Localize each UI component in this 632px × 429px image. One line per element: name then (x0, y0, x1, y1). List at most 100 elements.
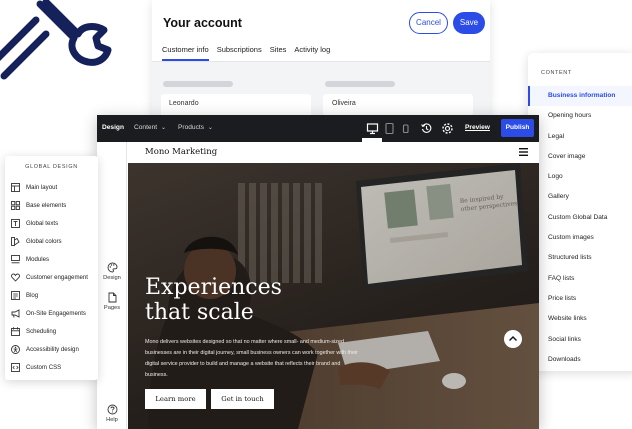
content-item-opening-hours[interactable]: Opening hours (528, 106, 632, 126)
products-menu-label: Products (178, 124, 205, 131)
gd-item-modules[interactable]: Modules (5, 250, 98, 268)
hero-title: Experiences that scale (145, 275, 365, 325)
gd-item-global-texts[interactable]: Global texts (5, 214, 98, 232)
hamburger-menu-icon[interactable] (519, 148, 528, 156)
blog-icon (11, 290, 20, 300)
history-icon[interactable] (420, 122, 433, 135)
css-icon (11, 362, 20, 372)
first-name-value: Leonardo (169, 100, 199, 107)
site-brand[interactable]: Mono Marketing (145, 147, 217, 157)
gd-item-label: Global texts (26, 219, 59, 227)
get-in-touch-button[interactable]: Get in touch (211, 389, 274, 409)
chevron-up-icon (509, 336, 517, 341)
gd-item-on-site-engagements[interactable]: On-Site Engagements (5, 304, 98, 322)
pages-icon (108, 292, 116, 303)
help-icon (107, 404, 117, 415)
global-design-list: Main layout Base elements Global texts G… (5, 178, 98, 376)
calendar-icon (11, 326, 20, 336)
content-item-business-information[interactable]: Business information (528, 86, 632, 107)
account-title: Your account (163, 16, 242, 30)
content-menu-label: Content (134, 124, 158, 131)
gd-item-label: Customer engagement (26, 273, 88, 281)
rail-pages-button[interactable]: Pages (97, 292, 127, 311)
rail-help-button[interactable]: Help (97, 404, 127, 423)
grid-icon (11, 200, 20, 210)
wrench-tool-logo-icon (0, 0, 112, 80)
design-mode-label[interactable]: Design (102, 124, 124, 131)
tab-activity-log[interactable]: Activity log (294, 45, 330, 61)
content-item-faq-lists[interactable]: FAQ lists (528, 269, 632, 289)
content-item-custom-images[interactable]: Custom images (528, 228, 632, 248)
chevron-down-icon: ⌄ (160, 125, 166, 131)
content-item-price-lists[interactable]: Price lists (528, 289, 632, 309)
tab-customer-info[interactable]: Customer info (162, 45, 209, 61)
last-name-label-placeholder (325, 81, 395, 87)
gd-item-accessibility-design[interactable]: Accessibility design (5, 340, 98, 358)
scroll-up-button[interactable] (504, 330, 522, 348)
rail-help-label: Help (106, 417, 118, 423)
text-icon (11, 218, 20, 228)
content-item-structured-lists[interactable]: Structured lists (528, 248, 632, 268)
tablet-icon[interactable] (383, 122, 396, 135)
publish-button[interactable]: Publish (501, 119, 534, 137)
gd-item-custom-css[interactable]: Custom CSS (5, 358, 98, 376)
gd-item-base-elements[interactable]: Base elements (5, 196, 98, 214)
site-editor: Design Content ⌄ Products ⌄ Preview Publ… (97, 115, 539, 429)
account-card: Your account Cancel Save Customer info S… (152, 0, 490, 125)
palette-icon (11, 236, 20, 246)
gd-item-label: Custom CSS (26, 363, 62, 371)
global-design-panel: GLOBAL DESIGN Main layout Base elements … (5, 156, 98, 380)
gd-item-label: Global colors (26, 237, 62, 245)
cancel-button[interactable]: Cancel (409, 12, 448, 34)
global-design-heading: GLOBAL DESIGN (25, 164, 78, 170)
hero-description: Mono delivers websites designed so that … (145, 339, 358, 378)
palette-icon (107, 262, 117, 273)
preview-link[interactable]: Preview (465, 124, 490, 131)
content-panel: CONTENT Business information Opening hou… (528, 53, 632, 371)
content-item-website-links[interactable]: Website links (528, 309, 632, 329)
rail-pages-label: Pages (103, 305, 121, 311)
gd-item-label: On-Site Engagements (26, 309, 86, 317)
chevron-down-icon: ⌄ (207, 125, 213, 131)
content-item-gallery[interactable]: Gallery (528, 187, 632, 207)
gd-item-main-layout[interactable]: Main layout (5, 178, 98, 196)
gd-item-blog[interactable]: Blog (5, 286, 98, 304)
gd-item-label: Scheduling (26, 327, 57, 335)
gd-item-label: Modules (26, 255, 50, 263)
mobile-icon[interactable] (399, 122, 412, 135)
gd-item-customer-engagement[interactable]: Customer engagement (5, 268, 98, 286)
heart-icon (11, 273, 20, 282)
desktop-icon[interactable] (366, 122, 379, 135)
content-item-social-links[interactable]: Social links (528, 330, 632, 350)
layout-icon (11, 182, 20, 192)
hero-title-line1: Experiences (145, 275, 282, 300)
first-name-label-placeholder (163, 81, 233, 87)
hero-section[interactable]: Be inspired by other perspectives Experi… (128, 163, 539, 429)
content-item-downloads[interactable]: Downloads (528, 350, 632, 370)
save-button[interactable]: Save (453, 12, 485, 34)
gd-item-label: Accessibility design (26, 345, 79, 353)
gd-item-label: Base elements (26, 201, 67, 209)
content-item-cover-image[interactable]: Cover image (528, 147, 632, 167)
tab-sites[interactable]: Sites (270, 45, 287, 61)
content-panel-heading: CONTENT (541, 70, 572, 76)
rail-design-label: Design (103, 275, 121, 281)
gd-item-global-colors[interactable]: Global colors (5, 232, 98, 250)
learn-more-button[interactable]: Learn more (145, 389, 206, 409)
content-menu[interactable]: Content ⌄ (134, 124, 166, 131)
account-tabs: Customer info Subscriptions Sites Activi… (162, 45, 330, 61)
content-list: Business information Opening hours Legal… (528, 86, 632, 370)
gd-item-label: Main layout (26, 183, 58, 191)
accessibility-icon (11, 344, 20, 354)
modules-icon (11, 254, 20, 263)
gd-item-scheduling[interactable]: Scheduling (5, 322, 98, 340)
hero-title-line2: that scale (145, 300, 254, 325)
rail-design-button[interactable]: Design (97, 262, 127, 281)
content-item-logo[interactable]: Logo (528, 167, 632, 187)
content-item-legal[interactable]: Legal (528, 127, 632, 147)
tab-subscriptions[interactable]: Subscriptions (217, 45, 262, 61)
settings-icon[interactable] (441, 122, 454, 135)
site-header: Mono Marketing (128, 142, 539, 163)
content-item-custom-global-data[interactable]: Custom Global Data (528, 208, 632, 228)
products-menu[interactable]: Products ⌄ (178, 124, 213, 131)
